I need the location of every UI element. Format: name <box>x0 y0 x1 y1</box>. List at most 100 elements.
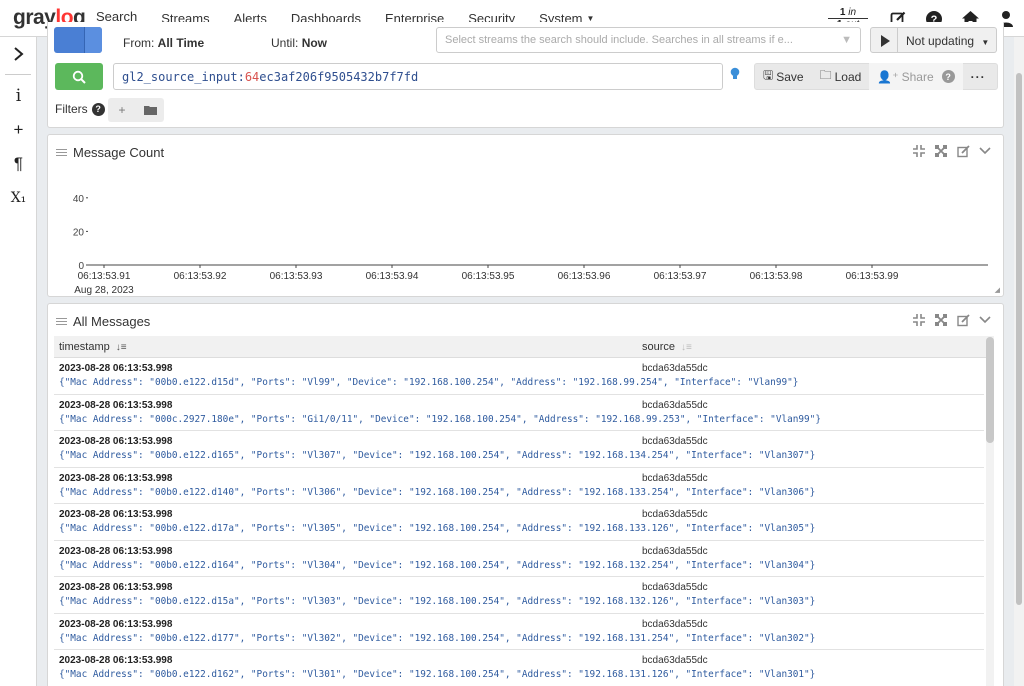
share-button[interactable]: 👤⁺ Share? <box>869 63 963 90</box>
chevron-down-icon[interactable] <box>84 27 102 53</box>
table-row[interactable]: 2023-08-28 06:13:53.998 bcda63da55dc {"Mac… <box>54 577 984 614</box>
x-tick-label: 06:13:53.97 <box>654 271 707 282</box>
sort-desc-icon[interactable]: ↓≡ <box>116 342 127 353</box>
save-icon: 🖫 <box>763 68 774 82</box>
column-source[interactable]: source ↓≡ <box>642 341 692 353</box>
caret-down-icon: ▼ <box>981 38 990 47</box>
row-message: {"Mac Address": "00b0.e122.d15d", "Ports… <box>59 377 799 388</box>
table-row[interactable]: 2023-08-28 06:13:53.998 bcda63da55dc {"Mac… <box>54 395 984 431</box>
more-actions-button[interactable]: ··· <box>963 63 994 90</box>
more-label: ··· <box>970 69 986 84</box>
info-icon[interactable]: i <box>0 79 37 113</box>
edit-icon[interactable] <box>955 143 971 159</box>
all-messages-widget: All Messages timestamp ↓≡ source ↓≡ 2023-0… <box>47 303 1004 686</box>
lightbulb-icon[interactable] <box>730 67 740 84</box>
x-tick-label: 06:13:53.92 <box>174 271 227 282</box>
query-value: ec3af206f9505432b7f7fd <box>259 70 419 84</box>
streams-placeholder: Select streams the search should include… <box>445 34 793 46</box>
row-source: bcda63da55dc <box>642 655 708 666</box>
filters-label: Filters? <box>55 102 105 116</box>
message-count-chart: 0204006:13:53.91 06:13:53.92 06:13:53.93 06… <box>73 194 988 296</box>
chevron-down-icon[interactable] <box>977 143 993 159</box>
search-query-input[interactable]: gl2_source_input:64ec3af206f9505432b7f7f… <box>113 63 723 90</box>
folder-icon[interactable] <box>136 98 164 122</box>
page-scrollbar[interactable] <box>1014 37 1024 686</box>
time-range-button[interactable] <box>54 27 102 53</box>
x-tick-label: 06:13:53.98 <box>750 271 803 282</box>
share-label: Share <box>901 69 934 84</box>
row-message: {"Mac Address": "00b0.e122.d140", "Ports… <box>59 486 816 498</box>
column-source-label: source <box>642 341 676 353</box>
widget-header[interactable]: Message Count <box>48 135 1003 169</box>
paragraph-glyph: ¶ <box>13 154 24 173</box>
column-timestamp-label: timestamp <box>59 341 110 353</box>
expand-icon[interactable] <box>933 143 949 159</box>
row-timestamp: 2023-08-28 06:13:53.998 <box>59 545 173 557</box>
filter-toolbar: + <box>108 98 164 122</box>
streams-select[interactable]: Select streams the search should include… <box>436 27 861 53</box>
load-button[interactable]: 🗀 Load <box>812 63 870 90</box>
row-source: bcda63da55dc <box>642 436 708 447</box>
chevron-down-icon: ▼ <box>841 34 852 46</box>
table-row[interactable]: 2023-08-28 06:13:53.998 bcda63da55dc {"Mac… <box>54 541 984 577</box>
refresh-label: Not updating <box>906 34 975 48</box>
messages-table-header: timestamp ↓≡ source ↓≡ <box>54 336 994 358</box>
plus-icon[interactable]: + <box>0 113 37 147</box>
row-timestamp: 2023-08-28 06:13:53.998 <box>59 618 173 630</box>
chevron-right-icon[interactable] <box>0 37 37 71</box>
table-scrollbar[interactable] <box>986 337 994 686</box>
help-icon[interactable]: ? <box>91 102 105 116</box>
drag-handle-icon[interactable] <box>56 147 67 158</box>
table-row[interactable]: 2023-08-28 06:13:53.998 bcda63da55dc {"Mac… <box>54 650 984 686</box>
help-icon[interactable]: ? <box>941 70 955 83</box>
search-icon <box>72 70 86 84</box>
table-row[interactable]: 2023-08-28 06:13:53.998 bcda63da55dc {"Mac… <box>54 468 984 504</box>
row-source: bcda63da55dc <box>642 399 708 411</box>
row-timestamp: 2023-08-28 06:13:53.998 <box>59 399 173 411</box>
drag-handle-icon[interactable] <box>56 316 67 327</box>
expand-icon[interactable] <box>933 312 949 328</box>
chevron-down-icon[interactable] <box>977 312 993 328</box>
widget-title: Message Count <box>73 144 165 160</box>
paragraph-icon[interactable]: ¶ <box>0 147 37 181</box>
info-glyph: i <box>15 86 22 106</box>
row-message: {"Mac Address": "00b0.e122.d162", "Ports… <box>59 669 816 680</box>
x-tick-label: 06:13:53.93 <box>270 271 323 282</box>
search-button[interactable] <box>55 63 103 90</box>
row-source: bcda63da55dc <box>642 363 708 374</box>
scrollbar-thumb[interactable] <box>986 337 994 443</box>
row-source: bcda63da55dc <box>642 509 708 520</box>
search-bar-panel: From: All Time Until: Now Select streams… <box>47 22 1004 128</box>
refresh-interval-dropdown[interactable]: Not updating ▼ <box>898 27 997 53</box>
table-row[interactable]: 2023-08-28 06:13:53.998 bcda63da55dc {"Mac… <box>54 504 984 541</box>
widget-actions <box>911 143 993 159</box>
table-row[interactable]: 2023-08-28 06:13:53.998 bcda63da55dc {"Mac… <box>54 431 984 468</box>
x-tick-date-label: Aug 28, 2023 <box>74 285 134 296</box>
row-message: {"Mac Address": "00b0.e122.d164", "Ports… <box>59 559 816 571</box>
plus-icon[interactable]: + <box>108 98 136 122</box>
row-timestamp: 2023-08-28 06:13:53.998 <box>59 582 173 593</box>
row-source: bcda63da55dc <box>642 582 708 593</box>
sidebar-divider <box>5 74 31 75</box>
widget-title: All Messages <box>73 313 151 329</box>
throughput-in-label: in <box>848 7 857 18</box>
until-value: Now <box>301 36 328 50</box>
sort-icon[interactable]: ↓≡ <box>681 342 692 353</box>
filters-text: Filters <box>55 102 88 116</box>
table-row[interactable]: 2023-08-28 06:13:53.998 bcda63da55dc {"Mac… <box>54 614 984 650</box>
play-icon[interactable] <box>870 27 898 53</box>
column-timestamp[interactable]: timestamp ↓≡ <box>59 341 127 353</box>
compress-icon[interactable] <box>911 143 927 159</box>
resize-handle-icon[interactable]: ◢ <box>995 286 1000 294</box>
scrollbar-thumb[interactable] <box>1016 73 1022 605</box>
row-source: bcda63da55dc <box>642 472 708 484</box>
y-tick-label: 20 <box>73 227 85 238</box>
widget-header[interactable]: All Messages <box>48 304 1003 338</box>
save-button[interactable]: 🖫 Save <box>755 63 812 90</box>
row-message: {"Mac Address": "00b0.e122.d165", "Ports… <box>59 450 816 461</box>
subscript-icon[interactable]: X₁ <box>0 181 37 215</box>
edit-icon[interactable] <box>955 312 971 328</box>
row-message: {"Mac Address": "00b0.e122.d177", "Ports… <box>59 632 816 644</box>
table-row[interactable]: 2023-08-28 06:13:53.998 bcda63da55dc {"Mac… <box>54 358 984 395</box>
compress-icon[interactable] <box>911 312 927 328</box>
